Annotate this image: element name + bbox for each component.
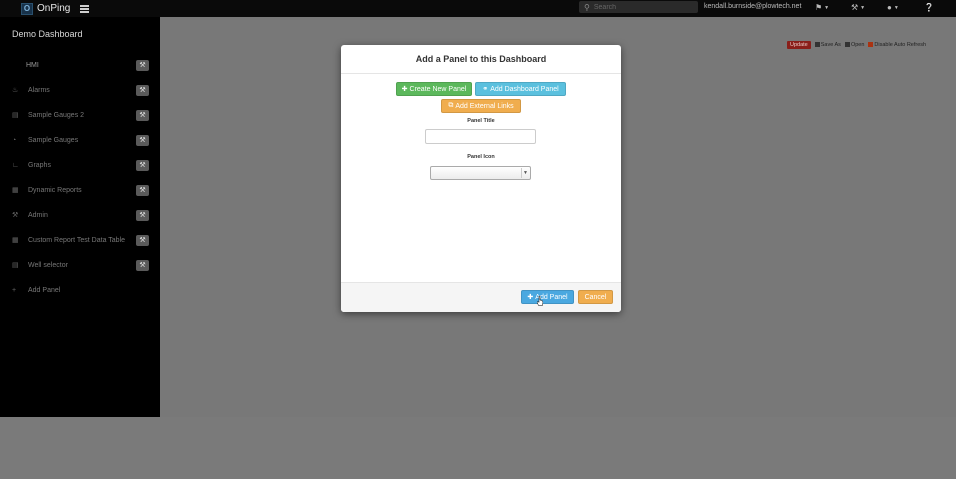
save-as-button[interactable]: Save As: [814, 42, 841, 48]
user-menu[interactable]: ● ▼: [887, 3, 899, 12]
sidebar-item-label: Sample Gauges: [28, 136, 79, 144]
user-icon: ●: [887, 3, 892, 12]
bell-icon: ♨: [12, 87, 19, 94]
onping-logo-icon: O: [21, 2, 33, 15]
add-external-links-label: Add External Links: [455, 102, 514, 110]
user-email[interactable]: kendall.burnside@plowtech.net: [704, 3, 801, 10]
wrench-icon: ⚒: [12, 212, 19, 219]
modal-body: ✚ Create New Panel ⚭ Add Dashboard Panel ⧉…: [341, 74, 621, 282]
bookmark-icon: ⚑: [815, 3, 823, 12]
sidebar-item-label: Sample Gauges 2: [28, 111, 85, 119]
edit-wrench-icon[interactable]: ⚒: [136, 259, 149, 271]
open-label: Open: [850, 42, 865, 48]
add-panel-button[interactable]: ✚ Add Panel: [521, 290, 574, 304]
sidebar-item-sample-gauges[interactable]: ◔ Sample Gauges ⚒: [0, 133, 160, 147]
chevron-down-icon: ▼: [521, 168, 529, 178]
panel-icon-label: Panel Icon: [467, 154, 495, 160]
sidebar-item-add-panel[interactable]: + Add Panel: [0, 283, 160, 297]
plus-icon: ✚: [527, 294, 534, 301]
external-link-icon: ⧉: [448, 102, 454, 109]
modal-title: Add a Panel to this Dashboard: [415, 54, 547, 64]
wrench-icon: ⚒: [851, 3, 859, 12]
sidebar-item-label: Graphs: [28, 161, 51, 169]
link-icon: ⚭: [482, 86, 489, 93]
folder-icon: [844, 42, 850, 48]
help-button[interactable]: ❔: [924, 3, 934, 12]
sidebar-item-well-selector[interactable]: ▤ Well selector ⚒: [0, 258, 160, 272]
tools-menu[interactable]: ⚒ ▼: [851, 3, 865, 12]
sidebar-item-label: Dynamic Reports: [28, 186, 82, 194]
line-chart-icon: ∟: [12, 161, 19, 169]
edit-wrench-icon[interactable]: ⚒: [136, 209, 149, 221]
search-input[interactable]: [593, 3, 694, 11]
top-navbar: O OnPing ⚲ kendall.burnside@plowtech.net…: [0, 0, 956, 17]
create-new-panel-button[interactable]: ✚ Create New Panel: [396, 82, 472, 96]
modal-header: Add a Panel to this Dashboard: [341, 45, 621, 74]
sidebar-item-dynamic-reports[interactable]: ▦ Dynamic Reports ⚒: [0, 183, 160, 197]
dashboard-toolbar: Update Save As Open Disable Auto Refresh: [787, 40, 926, 50]
sidebar-item-graphs[interactable]: ∟ Graphs ⚒: [0, 158, 160, 172]
sidebar-item-label: Well selector: [28, 261, 68, 269]
plus-icon: +: [12, 286, 17, 294]
sidebar-item-sample-gauges-2[interactable]: ▤ Sample Gauges 2 ⚒: [0, 108, 160, 122]
edit-wrench-icon[interactable]: ⚒: [136, 159, 149, 171]
edit-wrench-icon[interactable]: ⚒: [136, 134, 149, 146]
panel-title-label: Panel Title: [467, 118, 495, 124]
gauge-icon: ◔: [12, 136, 17, 144]
chart-icon: ▤: [12, 112, 19, 119]
sidebar-item-alarms[interactable]: ♨ Alarms ⚒: [0, 83, 160, 97]
add-dashboard-panel-label: Add Dashboard Panel: [490, 85, 559, 93]
sidebar: Demo Dashboard HMI ⚒ ♨ Alarms ⚒ ▤ Sample…: [0, 17, 160, 417]
checkbox-icon: [868, 42, 874, 48]
hand-cursor-icon: [537, 296, 543, 306]
update-button[interactable]: Update: [787, 41, 811, 49]
help-icon: ❔: [924, 3, 934, 12]
chart-icon: ▤: [12, 262, 19, 269]
hamburger-menu-icon[interactable]: [80, 4, 90, 13]
search-icon: ⚲: [584, 2, 590, 12]
dashboard-title: Demo Dashboard: [12, 29, 83, 39]
add-external-links-button[interactable]: ⧉ Add External Links: [441, 99, 521, 113]
cancel-button[interactable]: Cancel: [578, 290, 613, 304]
chevron-down-icon: ▼: [860, 4, 866, 11]
modal-footer: ✚ Add Panel Cancel: [341, 282, 621, 312]
brand[interactable]: O OnPing: [21, 0, 70, 17]
report-icon: ▦: [12, 237, 19, 244]
brand-name: OnPing: [37, 3, 71, 14]
panel-icon-select[interactable]: ▼: [430, 166, 531, 180]
edit-wrench-icon[interactable]: ⚒: [136, 184, 149, 196]
chevron-down-icon: ▼: [893, 4, 899, 11]
open-button[interactable]: Open: [844, 42, 865, 48]
sidebar-item-hmi[interactable]: HMI ⚒: [0, 58, 160, 72]
edit-wrench-icon[interactable]: ⚒: [136, 234, 149, 246]
bookmark-menu[interactable]: ⚑ ▼: [815, 3, 829, 12]
panel-title-input[interactable]: [425, 129, 536, 144]
sidebar-item-label: Add Panel: [28, 286, 61, 294]
edit-wrench-icon[interactable]: ⚒: [136, 84, 149, 96]
add-panel-modal: Add a Panel to this Dashboard ✚ Create Ne…: [341, 45, 621, 312]
sidebar-item-label: Admin: [28, 211, 48, 219]
create-new-panel-label: Create New Panel: [409, 85, 467, 93]
sidebar-item-label: Alarms: [28, 86, 50, 94]
report-icon: ▦: [12, 187, 19, 194]
sidebar-item-admin[interactable]: ⚒ Admin ⚒: [0, 208, 160, 222]
disable-auto-refresh-label: Disable Auto Refresh: [874, 42, 927, 48]
plus-icon: ✚: [401, 86, 408, 93]
search-box[interactable]: ⚲: [579, 1, 698, 13]
save-as-label: Save As: [820, 42, 841, 48]
sidebar-item-label: HMI: [26, 61, 39, 69]
disable-auto-refresh-toggle[interactable]: Disable Auto Refresh: [868, 42, 926, 48]
sidebar-item-label: Custom Report Test Data Table: [28, 236, 126, 244]
chevron-down-icon: ▼: [824, 4, 830, 11]
sidebar-item-custom-report[interactable]: ▦ Custom Report Test Data Table ⚒: [0, 233, 160, 247]
add-dashboard-panel-button[interactable]: ⚭ Add Dashboard Panel: [475, 82, 566, 96]
save-icon: [814, 42, 820, 48]
page-footer-area: [0, 417, 956, 479]
edit-wrench-icon[interactable]: ⚒: [136, 109, 149, 121]
edit-wrench-icon[interactable]: ⚒: [136, 59, 149, 71]
